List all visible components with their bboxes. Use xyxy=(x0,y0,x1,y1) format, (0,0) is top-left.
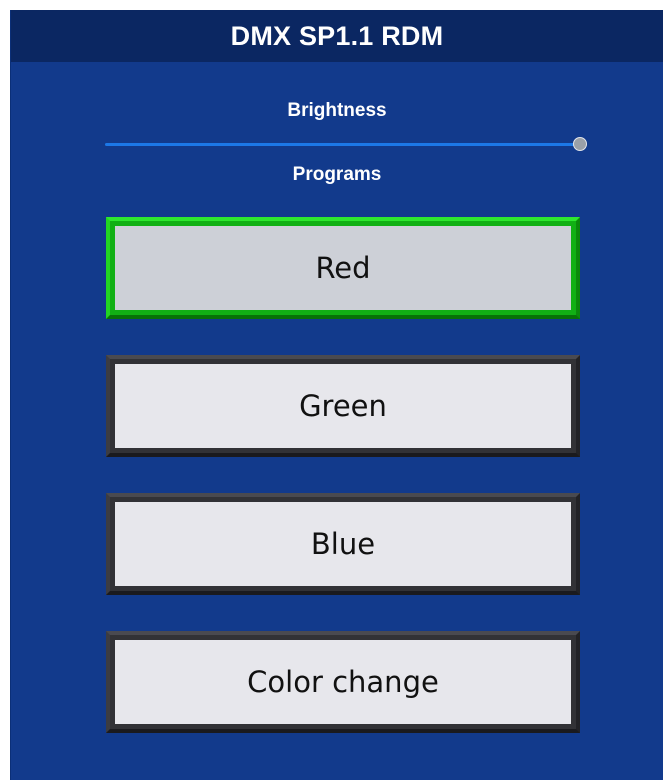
program-button-label: Color change xyxy=(247,665,439,699)
programs-label: Programs xyxy=(292,164,382,185)
control-panel: DMX SP1.1 RDM Brightness Programs Red Gr… xyxy=(10,10,663,780)
program-button-face: Green xyxy=(115,364,571,448)
program-button-face: Blue xyxy=(115,502,571,586)
program-button-label: Red xyxy=(315,251,371,285)
program-button-face: Red xyxy=(115,226,571,310)
program-button-label: Blue xyxy=(310,527,376,561)
page-title: DMX SP1.1 RDM xyxy=(230,20,444,51)
title-bar: DMX SP1.1 RDM xyxy=(11,10,663,62)
program-button-label: Green xyxy=(299,389,387,423)
program-button-face: Color change xyxy=(115,640,571,724)
program-button-green[interactable]: Green xyxy=(106,355,580,457)
brightness-label: Brightness xyxy=(287,100,387,121)
app-frame: DMX SP1.1 RDM Brightness Programs Red Gr… xyxy=(0,0,663,780)
brightness-slider-track[interactable] xyxy=(105,143,580,146)
brightness-slider[interactable] xyxy=(105,136,587,152)
program-button-color-change[interactable]: Color change xyxy=(106,631,580,733)
program-button-blue[interactable]: Blue xyxy=(106,493,580,595)
brightness-slider-thumb[interactable] xyxy=(573,137,587,151)
program-button-red[interactable]: Red xyxy=(106,217,580,319)
